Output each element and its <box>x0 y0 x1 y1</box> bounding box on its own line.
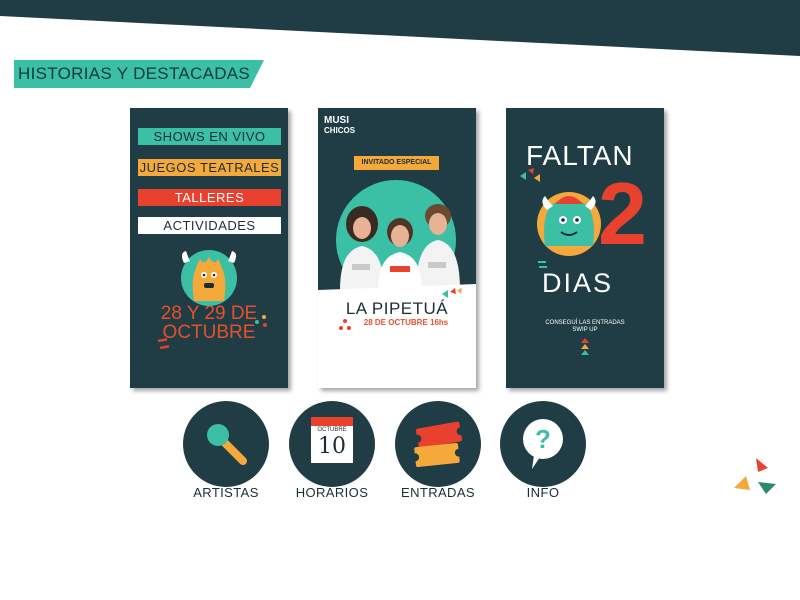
story-pill-actividades: ACTIVIDADES <box>138 217 281 234</box>
nav-horarios-label: HORARIOS <box>295 485 369 500</box>
guest-date: 28 DE OCTUBRE 16hs <box>363 318 449 327</box>
story-card-guest[interactable]: MUSI CHICOS INVITADO ESPECIAL LA PIPETUÁ… <box>318 108 476 388</box>
nav-info[interactable]: ? INFO <box>498 401 588 509</box>
countdown-triangles-icon <box>520 168 540 182</box>
story-pill-talleres: TALLERES <box>138 189 281 206</box>
story-pill-shows: SHOWS EN VIVO <box>138 128 281 145</box>
nav-entradas[interactable]: ENTRADAS <box>393 401 483 509</box>
logo-line2: CHICOS <box>324 126 356 135</box>
confetti-marks-icon <box>157 338 170 350</box>
svg-text:?: ? <box>535 424 551 454</box>
header-band <box>0 0 800 56</box>
guest-dots-icon <box>339 319 351 330</box>
nav-artistas[interactable]: ARTISTAS <box>181 401 271 509</box>
nav-info-label: INFO <box>526 485 560 500</box>
ticket-icon <box>411 421 465 468</box>
logo-line1: MUSI <box>324 115 349 126</box>
guest-badge: INVITADO ESPECIAL <box>361 159 432 166</box>
calendar-icon: OCTUBRE 10 <box>311 417 353 463</box>
countdown-cta-line2: SWIP UP <box>572 327 598 333</box>
guest-photo <box>336 180 460 298</box>
question-bubble-icon: ? <box>523 419 563 469</box>
story-pill-juegos: JUEGOS TEATRALES <box>138 159 281 176</box>
monster-illustration <box>181 250 237 306</box>
nav-artistas-label: ARTISTAS <box>193 485 259 500</box>
countdown-marks-icon <box>538 261 547 268</box>
countdown-number: 2 <box>598 164 647 263</box>
microphone-icon <box>207 424 247 465</box>
countdown-cta-line1: CONSEGUÍ LAS ENTRADAS <box>545 320 625 326</box>
confetti-dots-icon <box>255 315 267 327</box>
calendar-day: 10 <box>318 434 346 459</box>
countdown-line2: DIAS <box>542 268 614 298</box>
nav-entradas-label: ENTRADAS <box>401 485 475 500</box>
swipe-up-triangles-icon <box>581 338 589 355</box>
story-card-countdown[interactable]: FALTAN 2 DIAS CONSEGUÍ LAS ENTRADAS SWIP… <box>506 108 664 388</box>
nav-horarios[interactable]: OCTUBRE 10 HORARIOS <box>287 401 377 509</box>
corner-triangles-icon <box>734 458 776 494</box>
calendar-month: OCTUBRE <box>317 427 347 433</box>
guest-artist-name: LA PIPETUÁ <box>345 299 449 318</box>
section-title: HISTORIAS Y DESTACADAS <box>18 64 251 83</box>
story-card-program[interactable]: SHOWS EN VIVO JUEGOS TEATRALES TALLERES … <box>130 108 288 388</box>
musichicos-logo: MUSI CHICOS <box>324 115 356 136</box>
